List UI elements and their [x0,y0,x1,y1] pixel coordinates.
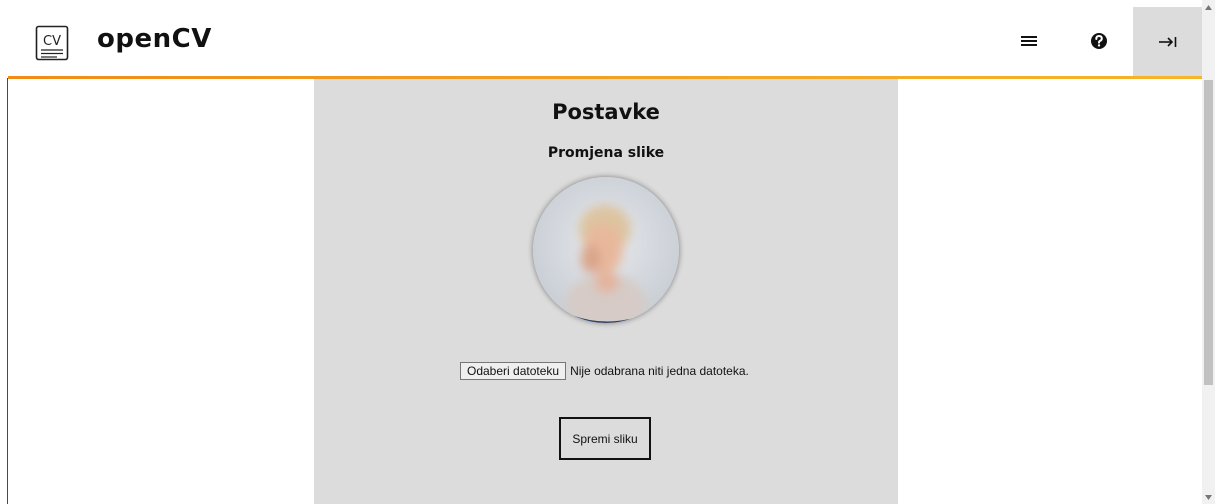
save-image-button[interactable]: Spremi sliku [559,417,651,460]
logo-icon[interactable]: CV [35,25,69,61]
sign-out-icon [1158,36,1176,47]
file-input[interactable]: Odaberi datoteku Nije odabrana niti jedn… [460,361,749,381]
menu-icon[interactable] [1018,30,1040,52]
scroll-down-arrow-icon[interactable] [1202,490,1215,504]
page-left-border [7,78,8,504]
section-subtitle: Promjena slike [547,145,665,161]
profile-avatar [533,177,679,323]
sign-out-button[interactable] [1133,7,1202,76]
help-icon[interactable] [1088,30,1110,52]
logo-text: CV [43,34,61,49]
page-title: Postavke [552,100,660,124]
app-header: CV openCV [0,0,1202,76]
settings-panel: Postavke Promjena slike Odaberi datoteku… [314,79,898,504]
vertical-scrollbar[interactable] [1202,0,1215,504]
file-status-text: Nije odabrana niti jedna datoteka. [570,364,749,378]
scroll-up-arrow-icon[interactable] [1202,0,1215,14]
scrollbar-thumb[interactable] [1204,80,1213,385]
choose-file-button[interactable]: Odaberi datoteku [460,362,567,380]
brand-name[interactable]: openCV [97,24,212,54]
